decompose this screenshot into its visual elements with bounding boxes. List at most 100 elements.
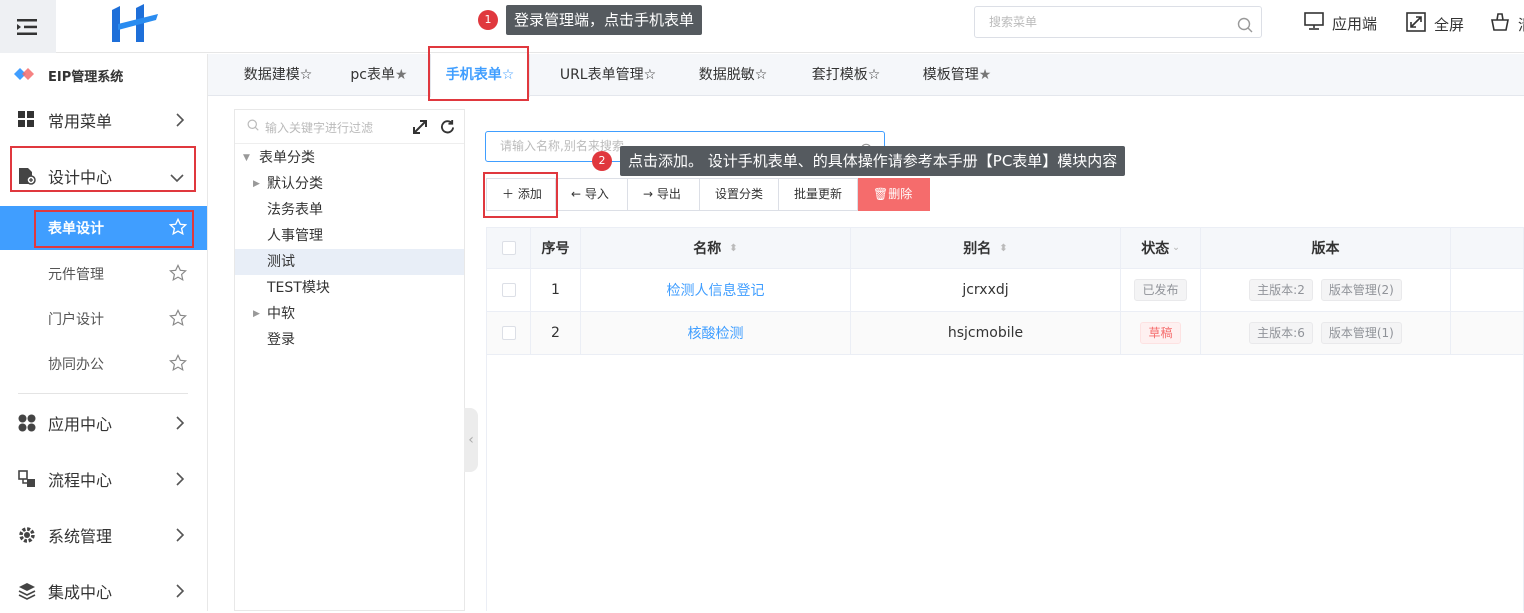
version-cell: 主版本:6 版本管理(1) (1201, 312, 1451, 354)
menu-toggle-icon[interactable] (0, 0, 56, 53)
tree-node[interactable]: ▶ 中软 (235, 301, 464, 327)
clear-cache-button[interactable]: 清 (1490, 12, 1524, 36)
delete-label: 删除 (888, 187, 913, 201)
system-title: EIP管理系统 (14, 66, 123, 85)
filter-chevron-icon[interactable]: ⌄ (1172, 243, 1180, 253)
star-outline-icon: ☆ (299, 67, 313, 83)
sidebar-sub-label: 门户设计 (48, 312, 104, 328)
flow-icon (18, 470, 36, 492)
status-badge: 已发布 (1134, 279, 1187, 301)
expand-icon (1406, 12, 1426, 36)
row-checkbox-cell (487, 312, 531, 354)
arrow-left-icon: ← (571, 187, 585, 201)
logo (108, 4, 160, 44)
menu-search-placeholder: 搜索菜单 (989, 15, 1038, 29)
tab-print-template[interactable]: 套打模板☆ (798, 54, 894, 96)
column-header-version: 版本 (1201, 228, 1451, 268)
import-label: 导入 (584, 187, 609, 201)
sidebar-sub-portal-design[interactable]: 门户设计 (0, 297, 207, 341)
sidebar-item-app-center[interactable]: 应用中心 (0, 401, 207, 445)
tab-label: 数据建模 (243, 67, 300, 83)
tab-pc-form[interactable]: pc表单★ (334, 54, 424, 96)
search-icon[interactable] (1237, 14, 1253, 44)
sort-icon[interactable]: ⬍ (999, 243, 1007, 254)
select-all-checkbox[interactable] (501, 241, 516, 255)
tree-node[interactable]: 人事管理 (235, 223, 464, 249)
delete-button[interactable]: 🗑删除 (858, 178, 930, 211)
step-tooltip-1: 登录管理端，点击手机表单 (506, 5, 703, 35)
tree-filter-input[interactable]: 输入关键字进行过滤 (235, 110, 464, 144)
tab-url-form-mgmt[interactable]: URL表单管理☆ (548, 54, 668, 96)
expand-all-icon[interactable] (413, 120, 427, 137)
main-version-tag[interactable]: 主版本:2 (1249, 279, 1313, 301)
refresh-icon[interactable] (440, 119, 455, 137)
tree-node[interactable]: 登录 (235, 327, 464, 353)
system-title-text: EIP管理系统 (48, 70, 124, 85)
tab-data-masking[interactable]: 数据脱敏☆ (686, 54, 780, 96)
chevron-left-icon: ‹ (468, 432, 474, 448)
set-category-button[interactable]: 设置分类 (700, 178, 779, 211)
column-header-label: 版本 (1311, 241, 1340, 257)
tree-node[interactable]: 法务表单 (235, 197, 464, 223)
sidebar-item-common-menu[interactable]: 常用菜单 (0, 98, 207, 142)
highlight-box-design-center (10, 146, 196, 192)
menu-search-input[interactable]: 搜索菜单 (974, 6, 1262, 38)
sidebar-item-integration-center[interactable]: 集成中心 (0, 569, 207, 613)
step-badge-2: 2 (592, 151, 612, 171)
chevron-right-icon (175, 112, 185, 132)
form-name-link[interactable]: 核酸检测 (581, 312, 851, 354)
tree-node-root[interactable]: ▼ 表单分类 (235, 145, 464, 171)
star-icon[interactable] (168, 263, 188, 286)
category-tree: 输入关键字进行过滤 ▼ 表单分类 ▶ 默认分类 法务表单 人事管理 测试 TES… (234, 109, 465, 611)
app-end-link[interactable]: 应用端 (1304, 12, 1377, 34)
sidebar-divider (18, 393, 188, 394)
monitor-icon (1304, 12, 1324, 34)
tree-node[interactable]: ▶ 默认分类 (235, 171, 464, 197)
form-name-link[interactable]: 检测人信息登记 (581, 269, 851, 311)
caret-right-icon[interactable]: ▶ (253, 301, 260, 327)
row-checkbox[interactable] (501, 326, 516, 340)
star-icon[interactable] (168, 353, 188, 376)
chevron-right-icon (175, 415, 185, 435)
tree-node-label: 表单分类 (259, 150, 315, 166)
sidebar-sub-label: 元件管理 (48, 267, 104, 283)
sidebar-item-label: 常用菜单 (48, 112, 113, 131)
trash-icon: 🗑 (873, 187, 889, 201)
export-label: 导出 (656, 187, 681, 201)
caret-right-icon[interactable]: ▶ (253, 171, 260, 197)
sidebar-item-flow-center[interactable]: 流程中心 (0, 457, 207, 501)
column-header-status[interactable]: 状态 ⌄ (1121, 228, 1201, 268)
tab-data-modeling[interactable]: 数据建模☆ (228, 54, 328, 96)
gear-icon (18, 526, 36, 548)
import-button[interactable]: ← 导入 (556, 178, 628, 211)
arrow-right-icon: → (643, 187, 657, 201)
tree-node[interactable]: TEST模块 (235, 275, 464, 301)
sidebar-sub-component-mgmt[interactable]: 元件管理 (0, 252, 207, 296)
row-checkbox[interactable] (501, 283, 516, 297)
version-mgmt-tag[interactable]: 版本管理(2) (1320, 279, 1402, 301)
tree-node-selected[interactable]: 测试 (235, 249, 464, 275)
export-button[interactable]: → 导出 (628, 178, 700, 211)
sort-icon[interactable]: ⬍ (729, 243, 737, 254)
caret-down-icon[interactable]: ▼ (243, 145, 250, 171)
chevron-right-icon (175, 471, 185, 491)
table-row[interactable]: 1 检测人信息登记 jcrxxdj 已发布 主版本:2 版本管理(2) (487, 269, 1523, 312)
tab-template-mgmt[interactable]: 模板管理★ (910, 54, 1004, 96)
fullscreen-button[interactable]: 全屏 (1406, 12, 1464, 36)
apps-icon (18, 414, 36, 436)
grid-icon (18, 111, 34, 131)
sidebar-sub-collab-office[interactable]: 协同办公 (0, 342, 207, 386)
batch-update-button[interactable]: 批量更新 (779, 178, 858, 211)
main-version-tag[interactable]: 主版本:6 (1249, 322, 1313, 344)
column-header-alias[interactable]: 别名 ⬍ (851, 228, 1121, 268)
tree-node-label: 默认分类 (267, 176, 323, 192)
form-table: 序号 名称 ⬍ 别名 ⬍ 状态 ⌄ 版本 1 检测人信息登记 jcrxxdj 已发布 … (486, 227, 1524, 611)
table-row[interactable]: 2 核酸检测 hsjcmobile 草稿 主版本:6 版本管理(1) (487, 312, 1523, 355)
table-header: 序号 名称 ⬍ 别名 ⬍ 状态 ⌄ 版本 (487, 228, 1523, 269)
column-header-name[interactable]: 名称 ⬍ (581, 228, 851, 268)
star-icon[interactable] (168, 308, 188, 331)
sidebar-item-system-mgmt[interactable]: 系统管理 (0, 513, 207, 557)
star-outline-icon: ☆ (754, 67, 768, 83)
version-mgmt-tag[interactable]: 版本管理(1) (1320, 322, 1402, 344)
panel-collapse-handle[interactable]: ‹ (464, 408, 478, 472)
